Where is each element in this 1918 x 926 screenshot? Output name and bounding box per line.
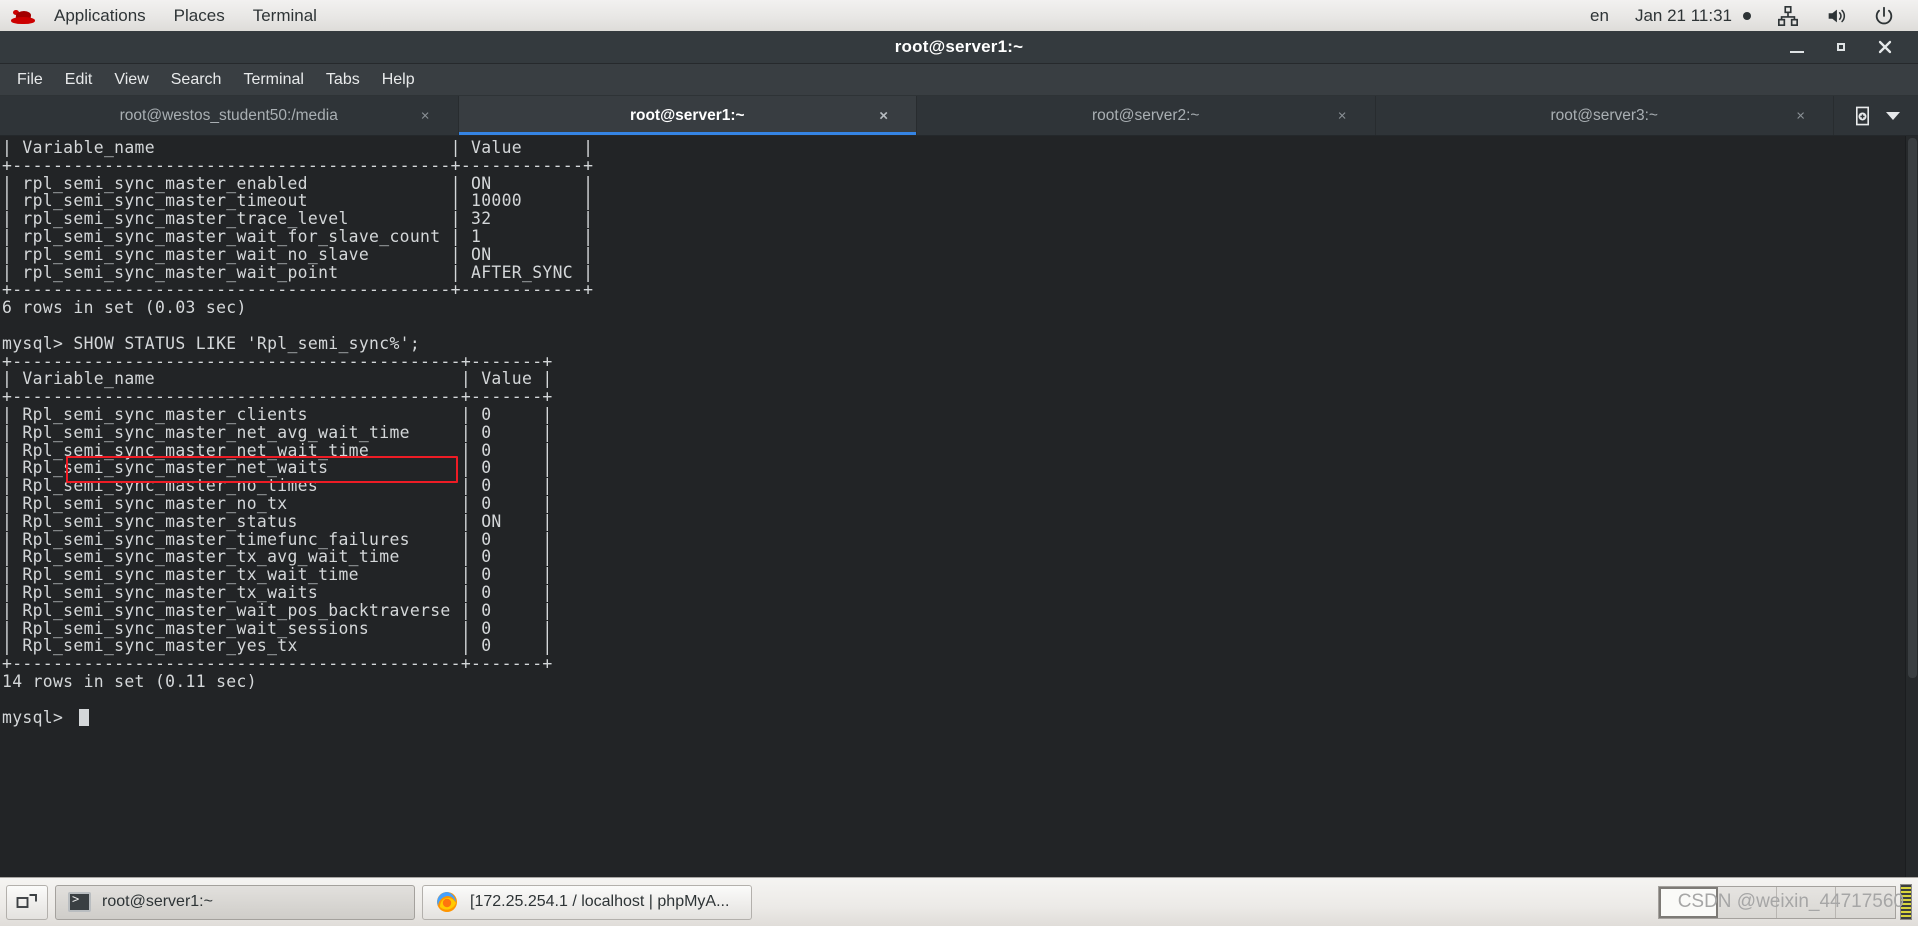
tab-label: root@server1:~ xyxy=(629,106,745,124)
menu-applications[interactable]: Applications xyxy=(40,0,160,31)
clock-text: Jan 21 11:31 xyxy=(1634,5,1732,25)
taskbar-window-label: root@server1:~ xyxy=(102,893,213,910)
menu-terminal[interactable]: Terminal xyxy=(232,64,314,95)
tab-label: root@server3:~ xyxy=(1550,106,1659,124)
tab-bar: root@westos_student50:/media × root@serv… xyxy=(0,96,1918,136)
terminal-output: | Variable_name | Value | +-------------… xyxy=(2,138,594,727)
clock[interactable]: Jan 21 11:31 xyxy=(1622,0,1764,31)
terminal-window: root@server1:~ File Edit View Search Ter… xyxy=(0,31,1918,877)
window-title-bar[interactable]: root@server1:~ xyxy=(0,31,1918,64)
maximize-button[interactable] xyxy=(1830,36,1852,58)
network-icon[interactable] xyxy=(1764,0,1812,31)
power-icon[interactable] xyxy=(1860,0,1908,31)
menu-help[interactable]: Help xyxy=(371,64,426,95)
top-panel: Applications Places Terminal en Jan 21 1… xyxy=(0,0,1918,32)
tab-server3[interactable]: root@server3:~ × xyxy=(1375,96,1834,135)
taskbar-right xyxy=(1658,884,1912,920)
workspace-2[interactable] xyxy=(1718,886,1777,918)
workspace-pager[interactable] xyxy=(1658,885,1896,919)
menu-bar: File Edit View Search Terminal Tabs Help xyxy=(0,64,1918,96)
new-tab-icon[interactable] xyxy=(1853,106,1872,126)
workspace-1[interactable] xyxy=(1659,886,1718,918)
language-indicator[interactable]: en xyxy=(1577,0,1622,31)
menu-edit[interactable]: Edit xyxy=(54,64,104,95)
tab-bar-tools xyxy=(1834,96,1918,135)
workspace-3[interactable] xyxy=(1777,886,1836,918)
firefox-icon xyxy=(437,892,457,912)
tab-close-icon[interactable]: × xyxy=(879,108,888,123)
scrollbar-thumb[interactable] xyxy=(1907,138,1917,678)
minimize-button[interactable] xyxy=(1786,36,1808,58)
workspace-4[interactable] xyxy=(1836,886,1895,918)
tab-close-icon[interactable]: × xyxy=(1338,108,1347,123)
window-title: root@server1:~ xyxy=(894,37,1024,56)
redhat-logo-icon[interactable] xyxy=(10,5,40,27)
tab-westos-student50[interactable]: root@westos_student50:/media × xyxy=(0,96,459,135)
top-panel-left: Applications Places Terminal xyxy=(0,0,331,31)
terminal-scrollbar[interactable] xyxy=(1905,136,1918,877)
tab-label: root@westos_student50:/media xyxy=(119,106,338,124)
menu-search[interactable]: Search xyxy=(160,64,233,95)
tab-close-icon[interactable]: × xyxy=(421,108,430,123)
close-button[interactable] xyxy=(1874,36,1896,58)
terminal-cursor xyxy=(79,709,89,726)
show-desktop-icon[interactable] xyxy=(6,884,48,920)
top-panel-right: en Jan 21 11:31 xyxy=(1577,0,1918,31)
tab-label: root@server2:~ xyxy=(1092,106,1200,124)
menu-tabs[interactable]: Tabs xyxy=(315,64,371,95)
menu-file[interactable]: File xyxy=(6,64,54,95)
calendar-dot-icon xyxy=(1743,11,1751,20)
menu-view[interactable]: View xyxy=(103,64,159,95)
chevron-down-icon[interactable] xyxy=(1885,111,1900,120)
menu-terminal[interactable]: Terminal xyxy=(239,0,331,31)
terminal-body[interactable]: | Variable_name | Value | +-------------… xyxy=(0,136,1918,877)
terminal-icon xyxy=(68,892,91,912)
taskbar: root@server1:~ [172.25.254.1 / localhost… xyxy=(0,877,1918,926)
tab-close-icon[interactable]: × xyxy=(1796,108,1805,123)
taskbar-window-terminal[interactable]: root@server1:~ xyxy=(55,884,415,920)
window-controls xyxy=(1786,31,1910,63)
menu-places[interactable]: Places xyxy=(160,0,239,31)
volume-icon[interactable] xyxy=(1812,0,1860,31)
taskbar-grip xyxy=(1900,884,1912,920)
tab-server1[interactable]: root@server1:~ × xyxy=(458,96,917,135)
taskbar-window-firefox[interactable]: [172.25.254.1 / localhost | phpMyA... xyxy=(422,884,752,920)
tab-server2[interactable]: root@server2:~ × xyxy=(917,96,1376,135)
taskbar-window-label: [172.25.254.1 / localhost | phpMyA... xyxy=(470,893,730,910)
